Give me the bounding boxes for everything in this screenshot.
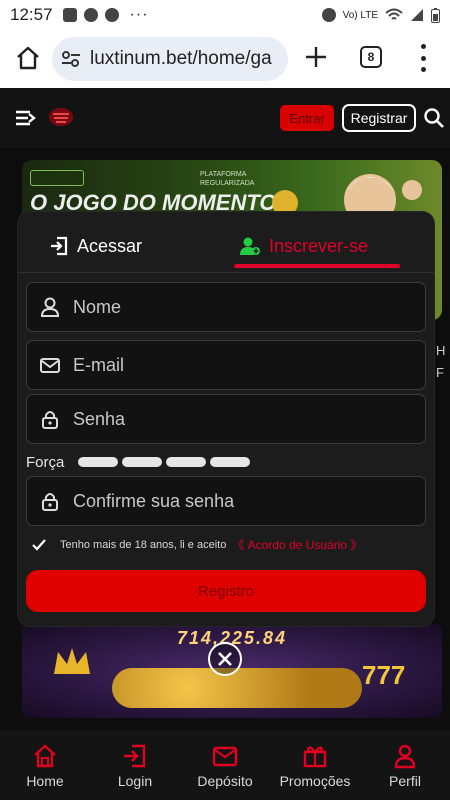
auth-modal: Acessar Inscrever-se Nome E-mail Senha F… bbox=[18, 212, 434, 626]
overflow-dots-icon: ··· bbox=[129, 6, 149, 23]
confirm-password-placeholder: Confirme sua senha bbox=[73, 490, 235, 511]
slot-sevens: 777 bbox=[362, 660, 406, 690]
email-placeholder: E-mail bbox=[73, 354, 125, 375]
tab-register[interactable]: Inscrever-se bbox=[240, 222, 368, 270]
system-icons: Vo) LTE bbox=[321, 7, 440, 23]
wallet-icon bbox=[212, 746, 238, 767]
header-register-button[interactable]: Registrar bbox=[342, 104, 416, 132]
lock-icon bbox=[42, 411, 58, 429]
site-logo[interactable] bbox=[48, 106, 74, 128]
strength-bar bbox=[122, 457, 163, 467]
modal-close-button[interactable] bbox=[208, 642, 242, 676]
signal-icon bbox=[411, 9, 423, 21]
crown-icon bbox=[54, 648, 90, 674]
strength-bar bbox=[166, 457, 207, 467]
gift-icon bbox=[303, 746, 327, 768]
nav-item-home[interactable]: Home bbox=[0, 730, 90, 800]
login-icon bbox=[124, 744, 146, 768]
strength-bar bbox=[210, 457, 251, 467]
browser-toolbar: luxtinum.bet/home/ga 8 bbox=[0, 30, 450, 88]
name-placeholder: Nome bbox=[73, 296, 122, 317]
user-agreement-link[interactable]: 《 Acordo de Usuário 》 bbox=[232, 536, 362, 553]
bottom-nav: Home Login Depósito Promoções Perfil bbox=[0, 730, 450, 800]
tab-divider bbox=[18, 272, 434, 273]
alarm-icon bbox=[321, 8, 336, 22]
banner-badge bbox=[30, 170, 84, 186]
password-field[interactable]: Senha bbox=[26, 394, 426, 444]
sidebar-toggle-icon[interactable] bbox=[14, 108, 38, 128]
site-settings-icon[interactable] bbox=[60, 48, 82, 70]
platform-badge: PLATAFORMA REGULARIZADA bbox=[200, 170, 255, 192]
name-field[interactable]: Nome bbox=[26, 282, 426, 332]
agree-text: Tenho mais de 18 anos, li e aceito bbox=[60, 538, 227, 551]
strength-bar bbox=[78, 457, 119, 467]
platform-badge-text: PLATAFORMA REGULARIZADA bbox=[200, 171, 255, 187]
nav-label: Promoções bbox=[279, 773, 351, 789]
password-placeholder: Senha bbox=[73, 408, 126, 429]
lock-icon bbox=[42, 493, 58, 511]
url-text[interactable]: luxtinum.bet/home/ga bbox=[90, 48, 272, 70]
tab-login[interactable]: Acessar bbox=[50, 222, 142, 270]
battery-icon bbox=[431, 7, 440, 23]
nav-item-profile[interactable]: Perfil bbox=[360, 730, 450, 800]
nav-label: Depósito bbox=[197, 773, 253, 789]
side-char: H bbox=[436, 343, 446, 358]
tab-login-label: Acessar bbox=[77, 235, 143, 256]
age-agreement: Tenho mais de 18 anos, li e aceito 《 Aco… bbox=[32, 536, 362, 553]
messenger-icon bbox=[104, 8, 119, 22]
messenger-badge-icon bbox=[83, 8, 98, 22]
side-char: F bbox=[436, 365, 444, 380]
close-icon bbox=[218, 652, 232, 666]
nav-item-promotions[interactable]: Promoções bbox=[270, 730, 360, 800]
tab-register-label: Inscrever-se bbox=[269, 235, 369, 256]
nav-item-deposit[interactable]: Depósito bbox=[180, 730, 270, 800]
strength-label: Força bbox=[26, 453, 65, 471]
notification-icons: ··· bbox=[62, 6, 149, 24]
confirm-password-field[interactable]: Confirme sua senha bbox=[26, 476, 426, 526]
person-icon bbox=[40, 297, 60, 317]
search-icon[interactable] bbox=[423, 107, 445, 129]
nav-item-login[interactable]: Login bbox=[90, 730, 180, 800]
agree-checkbox[interactable] bbox=[32, 538, 46, 552]
login-icon bbox=[51, 236, 68, 256]
nav-label: Login bbox=[117, 773, 153, 789]
mail-icon bbox=[40, 358, 60, 373]
add-user-icon bbox=[240, 237, 260, 255]
status-bar: 12:57 ··· Vo) LTE bbox=[0, 0, 450, 30]
home-icon bbox=[34, 744, 56, 768]
browser-menu-icon[interactable] bbox=[418, 44, 428, 72]
header-login-button[interactable]: Entrar bbox=[280, 105, 334, 131]
password-strength: Força bbox=[26, 452, 254, 472]
status-time: 12:57 bbox=[10, 5, 53, 24]
site-header: Entrar Registrar bbox=[0, 88, 450, 148]
network-label: Vo) LTE bbox=[342, 9, 378, 21]
image-icon bbox=[62, 8, 77, 22]
gold-coins-pile bbox=[112, 668, 362, 708]
email-field[interactable]: E-mail bbox=[26, 340, 426, 390]
nav-label: Home bbox=[26, 773, 64, 789]
person-icon bbox=[394, 744, 416, 769]
active-tab-indicator bbox=[234, 264, 400, 268]
wifi-icon bbox=[385, 8, 403, 20]
home-icon[interactable] bbox=[14, 44, 42, 72]
address-bar[interactable]: luxtinum.bet/home/ga bbox=[52, 37, 288, 81]
tab-switcher-button[interactable]: 8 bbox=[360, 46, 382, 68]
side-text: H F bbox=[436, 340, 445, 384]
register-submit-button[interactable]: Registro bbox=[26, 570, 426, 612]
new-tab-icon[interactable] bbox=[302, 43, 330, 71]
nav-label: Perfil bbox=[389, 773, 421, 789]
